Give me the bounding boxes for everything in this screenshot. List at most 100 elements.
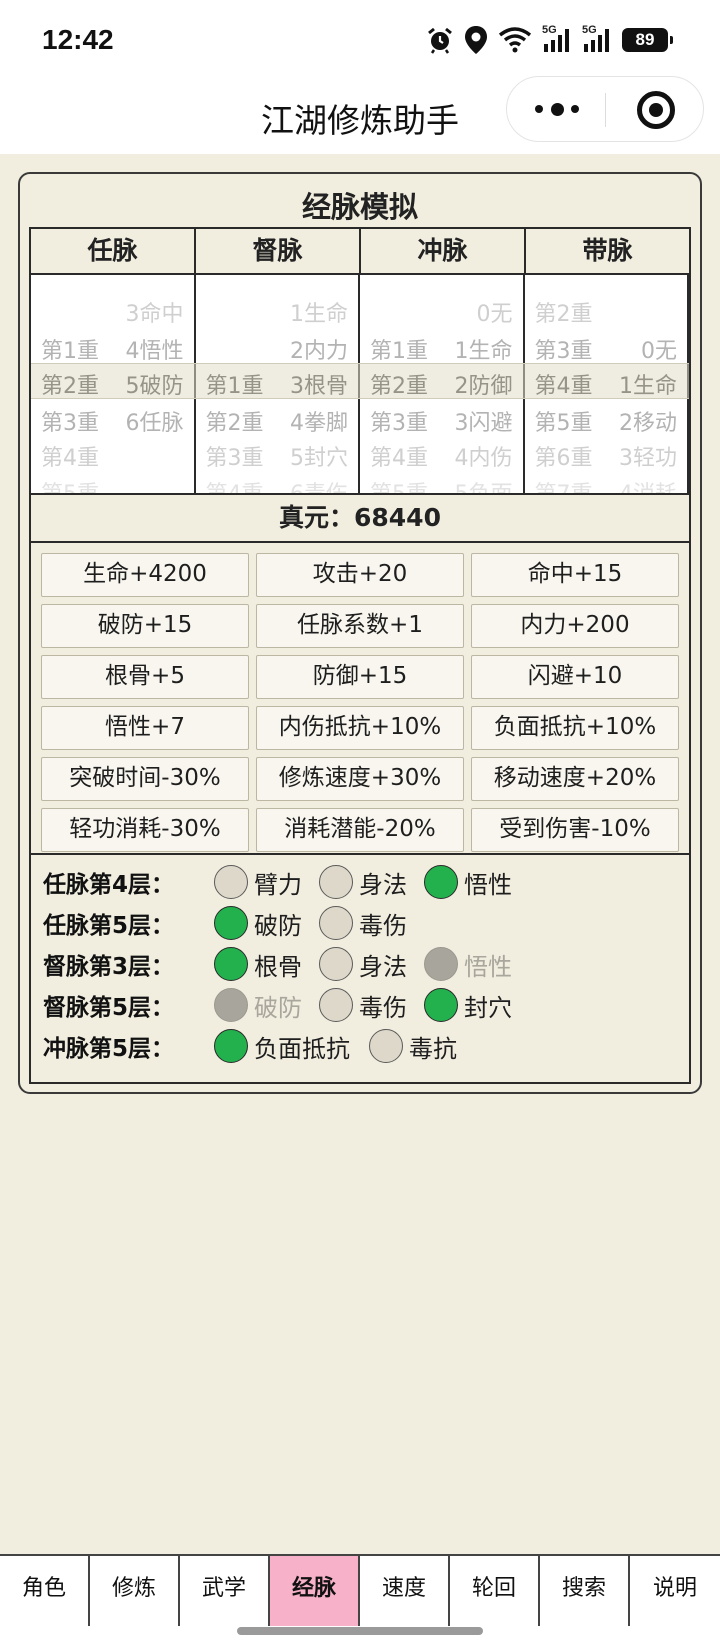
location-icon [464, 25, 488, 55]
tab-0[interactable]: 角色 [0, 1556, 90, 1626]
picker-row[interactable]: 第1重 4悟性 [31, 328, 194, 365]
picker-row[interactable]: 2内力 [196, 328, 359, 365]
layer-label: 任脉第5层： [43, 913, 175, 939]
picker-row[interactable]: 第3重 6任脉 [31, 400, 194, 437]
picker-attribute-label: 6任脉 [125, 411, 184, 436]
picker-row[interactable]: 第3重 0无 [525, 328, 688, 365]
choice-label: 毒抗 [409, 1034, 457, 1063]
picker-row[interactable]: 第3重 3闪避 [360, 400, 523, 437]
picker-level-label: 第4重 [41, 446, 99, 471]
status-bar: 12:42 5G 5G 89 [0, 0, 720, 80]
tab-3[interactable]: 经脉 [270, 1556, 360, 1626]
choice-label: 身法 [359, 952, 407, 981]
picker-row[interactable]: 第5重 [31, 471, 194, 493]
picker-row[interactable]: 第6重 3轻功 [525, 435, 688, 472]
choice-label: 负面抵抗 [254, 1034, 350, 1063]
tab-6[interactable]: 搜索 [540, 1556, 630, 1626]
choice-label: 悟性 [464, 870, 512, 899]
tab-1[interactable]: 修炼 [90, 1556, 180, 1626]
layer-choice-radio[interactable]: 身法 [319, 863, 407, 901]
picker-row[interactable]: 第7重 4消耗 [525, 471, 688, 493]
radio-circle-icon [424, 865, 458, 899]
picker-row[interactable]: 第1重 3根骨 [196, 363, 359, 400]
tab-5[interactable]: 轮回 [450, 1556, 540, 1626]
layer-choice-radio[interactable]: 破防 [214, 904, 302, 942]
layer-choice-radio[interactable]: 负面抵抗 [214, 1027, 350, 1065]
layer-choice-radio[interactable]: 毒伤 [319, 986, 407, 1024]
battery-icon: 89 [622, 28, 673, 52]
stat-bonus-cell: 消耗潜能-20% [256, 808, 464, 852]
picker-row[interactable]: 第4重 6毒伤 [196, 471, 359, 493]
meridian-simulation-card: 经脉模拟 任脉 督脉 冲脉 带脉 3命中 第1重 4悟性 第2重 5破防 第3重 6任脉 第4… [18, 172, 702, 1094]
picker-row[interactable]: 第3重 5封穴 [196, 435, 359, 472]
picker-row[interactable]: 1生命 [196, 291, 359, 328]
picker-row[interactable]: 第2重 2防御 [360, 363, 523, 400]
tab-7[interactable]: 说明 [630, 1556, 720, 1626]
capsule-divider [605, 93, 606, 127]
picker-attribute-label: 0无 [476, 302, 513, 327]
layer-label: 督脉第5层： [43, 995, 175, 1021]
picker-row[interactable]: 第5重 2移动 [525, 400, 688, 437]
layer-choice-radio[interactable]: 悟性 [424, 863, 512, 901]
radio-circle-icon [319, 906, 353, 940]
radio-circle-icon [214, 988, 248, 1022]
choice-label: 破防 [254, 993, 302, 1022]
picker-row[interactable]: 0无 [360, 291, 523, 328]
picker-level-label: 第1重 [41, 339, 99, 364]
picker-level-label: 第1重 [205, 374, 264, 399]
layer-choice-radio[interactable]: 毒抗 [369, 1027, 457, 1065]
stat-bonus-cell: 攻击+20 [256, 553, 464, 597]
column-header-du: 督脉 [196, 229, 361, 273]
radio-circle-icon [214, 1029, 248, 1063]
picker-level-label: 第2重 [370, 374, 428, 399]
picker-level-label: 第1重 [370, 339, 428, 364]
column-header-ren: 任脉 [31, 229, 196, 273]
picker-attribute-label: 3根骨 [290, 374, 348, 399]
stat-bonus-cell: 负面抵抗+10% [471, 706, 679, 750]
status-icons: 5G 5G 89 [426, 24, 673, 56]
picker-column-du[interactable]: 1生命 2内力第1重 3根骨第2重 4拳脚第3重 5封穴第4重 6毒伤 [196, 275, 360, 493]
more-icon[interactable] [535, 97, 579, 121]
picker-row[interactable]: 第5重 5负面 [360, 471, 523, 493]
layer-choice-radio[interactable]: 毒伤 [319, 904, 407, 942]
picker-row[interactable]: 第4重 [31, 435, 194, 472]
picker-column-dai[interactable]: 第2重第3重 0无第4重 1生命第5重 2移动第6重 3轻功第7重 4消耗 [525, 275, 689, 493]
radio-circle-icon [424, 988, 458, 1022]
card-title: 经脉模拟 [301, 190, 418, 224]
picker-row[interactable]: 第1重 1生命 [360, 328, 523, 365]
signal-icon: 5G [582, 24, 612, 54]
picker-attribute-label: 4内伤 [454, 446, 513, 471]
layer-label: 督脉第3层： [43, 954, 175, 980]
close-target-icon[interactable] [637, 91, 675, 129]
layer-choice-radio[interactable]: 封穴 [424, 986, 512, 1024]
radio-circle-icon [319, 865, 353, 899]
layer-option-row: 冲脉第5层： 负面抵抗 毒抗 [31, 1025, 689, 1067]
picker-column-ren[interactable]: 3命中第1重 4悟性第2重 5破防第3重 6任脉第4重第5重 [31, 275, 196, 493]
stat-bonus-cell: 移动速度+20% [471, 757, 679, 801]
picker-row[interactable]: 第2重 5破防 [31, 363, 194, 400]
picker-attribute-label: 2防御 [454, 374, 513, 399]
picker-level-label: 第5重 [41, 476, 99, 493]
picker-attribute-label: 2移动 [619, 411, 677, 436]
meridian-picker[interactable]: 3命中第1重4悟性第2重5破防第3重6任脉第4重第5重 1生命2内力第1重3根骨… [31, 275, 689, 493]
stat-bonus-grid: 生命+4200 攻击+20 命中+15 破防+15 任脉系数+1 内力+200 根骨+5 防御… [41, 553, 681, 852]
picker-attribute-label: 4悟性 [125, 339, 184, 364]
tab-4[interactable]: 速度 [360, 1556, 450, 1626]
choice-label: 毒伤 [359, 993, 407, 1022]
radio-circle-icon [214, 906, 248, 940]
picker-attribute-label: 1生命 [454, 339, 513, 364]
layer-choice-radio[interactable]: 臂力 [214, 863, 302, 901]
picker-row[interactable]: 第4重 4内伤 [360, 435, 523, 472]
picker-row[interactable]: 第2重 [525, 291, 688, 328]
picker-level-label: 第4重 [534, 374, 593, 399]
picker-row[interactable]: 3命中 [31, 291, 194, 328]
choice-label: 毒伤 [359, 911, 407, 940]
tab-2[interactable]: 武学 [180, 1556, 270, 1626]
picker-attribute-label: 5封穴 [290, 446, 348, 471]
layer-choice-radio[interactable]: 身法 [319, 945, 407, 983]
stat-bonus-cell: 防御+15 [256, 655, 464, 699]
picker-column-chong[interactable]: 0无第1重 1生命第2重 2防御第3重 3闪避第4重 4内伤第5重 5负面 [360, 275, 525, 493]
picker-row[interactable]: 第4重 1生命 [525, 363, 688, 400]
layer-choice-radio[interactable]: 根骨 [214, 945, 302, 983]
picker-row[interactable]: 第2重 4拳脚 [196, 400, 359, 437]
